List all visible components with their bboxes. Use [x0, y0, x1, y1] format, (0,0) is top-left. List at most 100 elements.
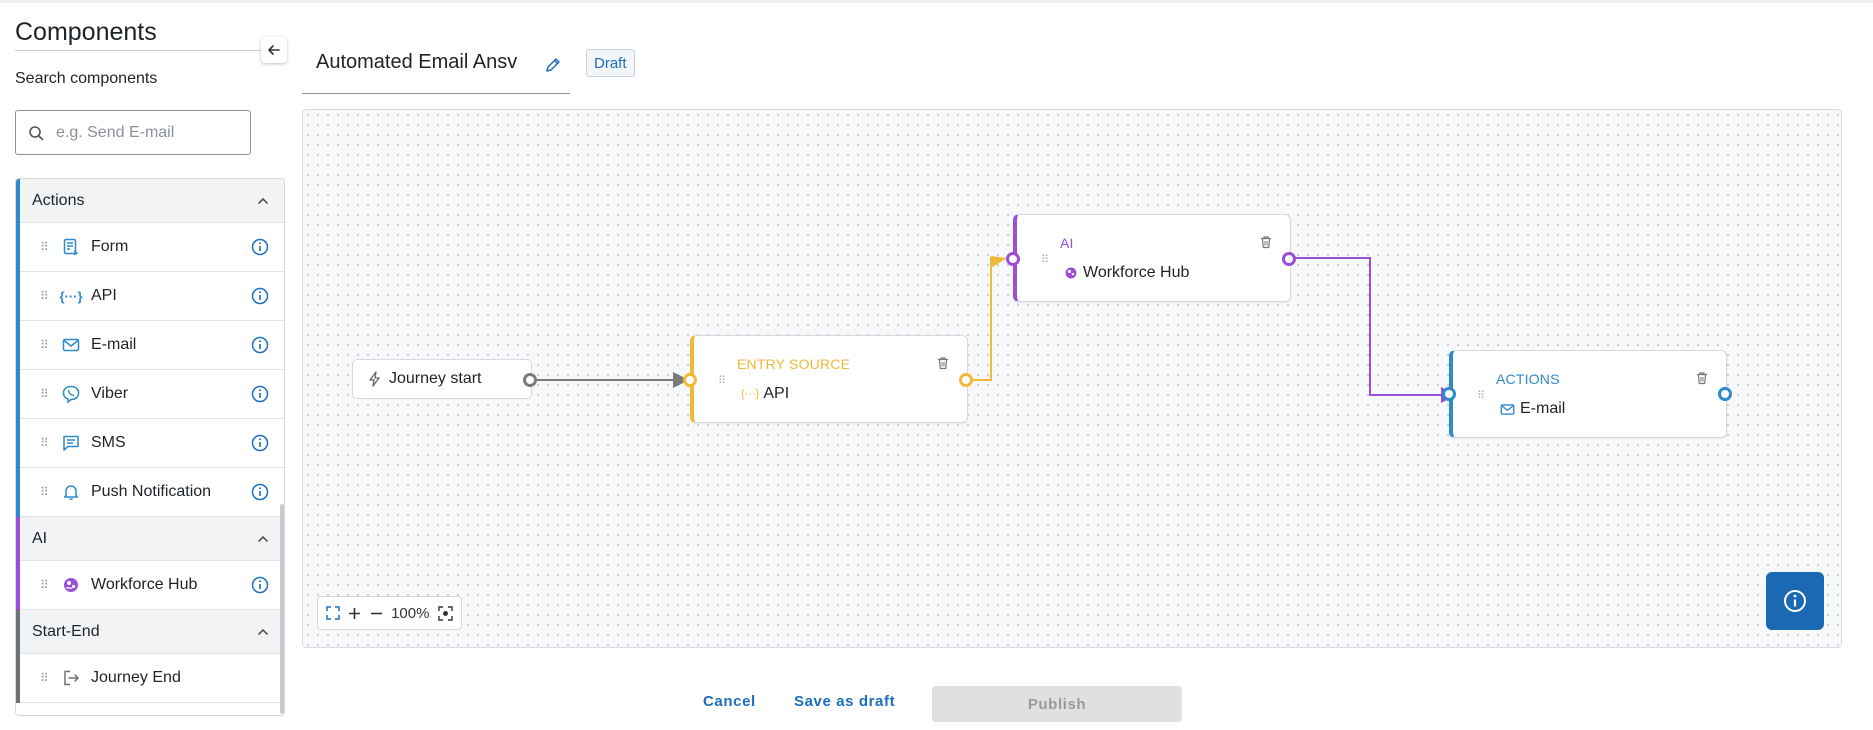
edge-api-to-workforce-hub — [968, 257, 996, 381]
search-field[interactable] — [15, 110, 251, 155]
collapse-sidebar-button[interactable] — [261, 37, 287, 63]
drag-handle-icon[interactable]: ⠿ — [1477, 389, 1485, 402]
trash-icon[interactable] — [1695, 371, 1709, 385]
zoom-out-button[interactable] — [370, 607, 383, 620]
input-port[interactable] — [1006, 252, 1020, 266]
journey-start-node[interactable]: Journey start — [352, 359, 532, 399]
scrollbar[interactable] — [280, 504, 284, 714]
drag-handle-icon[interactable]: ⠿ — [40, 671, 50, 685]
group-header-actions[interactable]: Actions — [20, 179, 284, 223]
components-sidebar: Components Search components Actions ⠿ F… — [0, 0, 296, 730]
component-label: Viber — [91, 385, 129, 402]
node-label: Workforce Hub — [1083, 264, 1190, 281]
component-item-viber[interactable]: ⠿ Viber — [20, 370, 284, 419]
save-draft-button[interactable]: Save as draft — [794, 693, 895, 710]
group-ai: AI ⠿ Workforce Hub — [16, 517, 284, 610]
arrow-left-icon — [268, 45, 280, 55]
group-label: AI — [32, 529, 48, 547]
component-item-form[interactable]: ⠿ Form — [20, 223, 284, 272]
center-view-button[interactable] — [438, 605, 453, 621]
component-item-sms[interactable]: ⠿ SMS — [20, 419, 284, 468]
node-category: AI — [1060, 235, 1074, 251]
component-item-api[interactable]: ⠿ {···} API — [20, 272, 284, 321]
arrowhead — [991, 256, 1007, 268]
group-header-ai[interactable]: AI — [20, 517, 284, 561]
plus-icon — [349, 607, 361, 619]
info-icon[interactable] — [250, 482, 270, 502]
component-item-push-notification[interactable]: ⠿ Push Notification — [20, 468, 284, 517]
search-icon — [29, 125, 44, 140]
component-label: Workforce Hub — [91, 576, 198, 593]
focus-icon — [438, 605, 453, 621]
output-port[interactable] — [959, 373, 973, 387]
info-icon[interactable] — [250, 237, 270, 257]
component-item-journey-end[interactable]: ⠿ Journey End — [20, 654, 284, 703]
fullscreen-icon — [326, 606, 340, 620]
drag-handle-icon[interactable]: ⠿ — [40, 436, 50, 450]
email-icon — [1500, 403, 1515, 415]
info-icon[interactable] — [250, 335, 270, 355]
component-label: Push Notification — [91, 483, 212, 500]
group-label: Actions — [32, 191, 85, 209]
info-icon[interactable] — [250, 575, 270, 595]
edge-workforce-hub-to-email — [1291, 257, 1441, 396]
info-icon[interactable] — [250, 433, 270, 453]
component-label: Journey End — [91, 669, 181, 686]
info-button[interactable] — [1766, 572, 1824, 630]
journey-name[interactable]: Automated Email Ansv — [316, 51, 530, 74]
output-port[interactable] — [1282, 252, 1296, 266]
info-icon[interactable] — [250, 286, 270, 306]
input-port[interactable] — [1442, 387, 1456, 401]
api-icon: {···} — [59, 288, 83, 304]
divider — [15, 50, 261, 51]
group-header-start-end[interactable]: Start-End — [20, 610, 284, 654]
output-port[interactable] — [523, 373, 537, 387]
journey-name-field[interactable]: Automated Email Ansv — [302, 44, 570, 94]
trash-icon[interactable] — [936, 356, 950, 370]
bell-icon — [60, 481, 82, 503]
search-input[interactable] — [54, 122, 234, 143]
chevron-up-icon[interactable] — [256, 194, 270, 208]
cancel-button[interactable]: Cancel — [703, 693, 756, 710]
node-entry-source-api[interactable]: ⠿ ENTRY SOURCE {···} API — [690, 335, 968, 423]
fit-view-button[interactable] — [326, 606, 340, 620]
chevron-up-icon[interactable] — [256, 625, 270, 639]
workforce-hub-icon — [1065, 267, 1077, 279]
drag-handle-icon[interactable]: ⠿ — [40, 387, 50, 401]
exit-icon — [60, 667, 82, 689]
node-category: ENTRY SOURCE — [737, 356, 851, 372]
input-port[interactable] — [683, 373, 697, 387]
info-icon[interactable] — [250, 384, 270, 404]
drag-handle-icon[interactable]: ⠿ — [40, 485, 50, 499]
component-label: SMS — [91, 434, 126, 451]
drag-handle-icon[interactable]: ⠿ — [718, 374, 726, 387]
chevron-up-icon[interactable] — [256, 532, 270, 546]
drag-handle-icon[interactable]: ⠿ — [40, 338, 50, 352]
minus-icon — [370, 612, 382, 614]
sms-icon — [60, 432, 82, 454]
viber-icon — [60, 383, 82, 405]
info-icon — [1784, 590, 1806, 612]
component-label: Form — [91, 238, 129, 255]
publish-button[interactable]: Publish — [932, 686, 1182, 722]
node-label: API — [763, 385, 790, 402]
node-category: ACTIONS — [1496, 371, 1560, 387]
drag-handle-icon[interactable]: ⠿ — [40, 240, 50, 254]
drag-handle-icon[interactable]: ⠿ — [40, 578, 50, 592]
component-item-email[interactable]: ⠿ E-mail — [20, 321, 284, 370]
output-port[interactable] — [1718, 387, 1732, 401]
drag-handle-icon[interactable]: ⠿ — [1041, 253, 1049, 266]
status-badge: Draft — [586, 49, 635, 77]
node-ai-workforce-hub[interactable]: ⠿ AI Workforce Hub — [1013, 214, 1291, 302]
node-actions-email[interactable]: ⠿ ACTIONS E-mail — [1449, 350, 1727, 438]
group-label: Start-End — [32, 622, 100, 640]
pencil-icon[interactable] — [544, 56, 562, 74]
trash-icon[interactable] — [1259, 235, 1273, 249]
component-list: Actions ⠿ Form ⠿ {···} API ⠿ E-mail ⠿ Vi… — [15, 178, 285, 716]
component-item-workforce-hub[interactable]: ⠿ Workforce Hub — [20, 561, 284, 610]
zoom-in-button[interactable] — [348, 607, 361, 620]
workforce-hub-icon — [60, 574, 82, 596]
drag-handle-icon[interactable]: ⠿ — [40, 289, 50, 303]
lightning-icon — [369, 371, 380, 387]
node-label-wrap: E-mail — [1500, 400, 1565, 418]
